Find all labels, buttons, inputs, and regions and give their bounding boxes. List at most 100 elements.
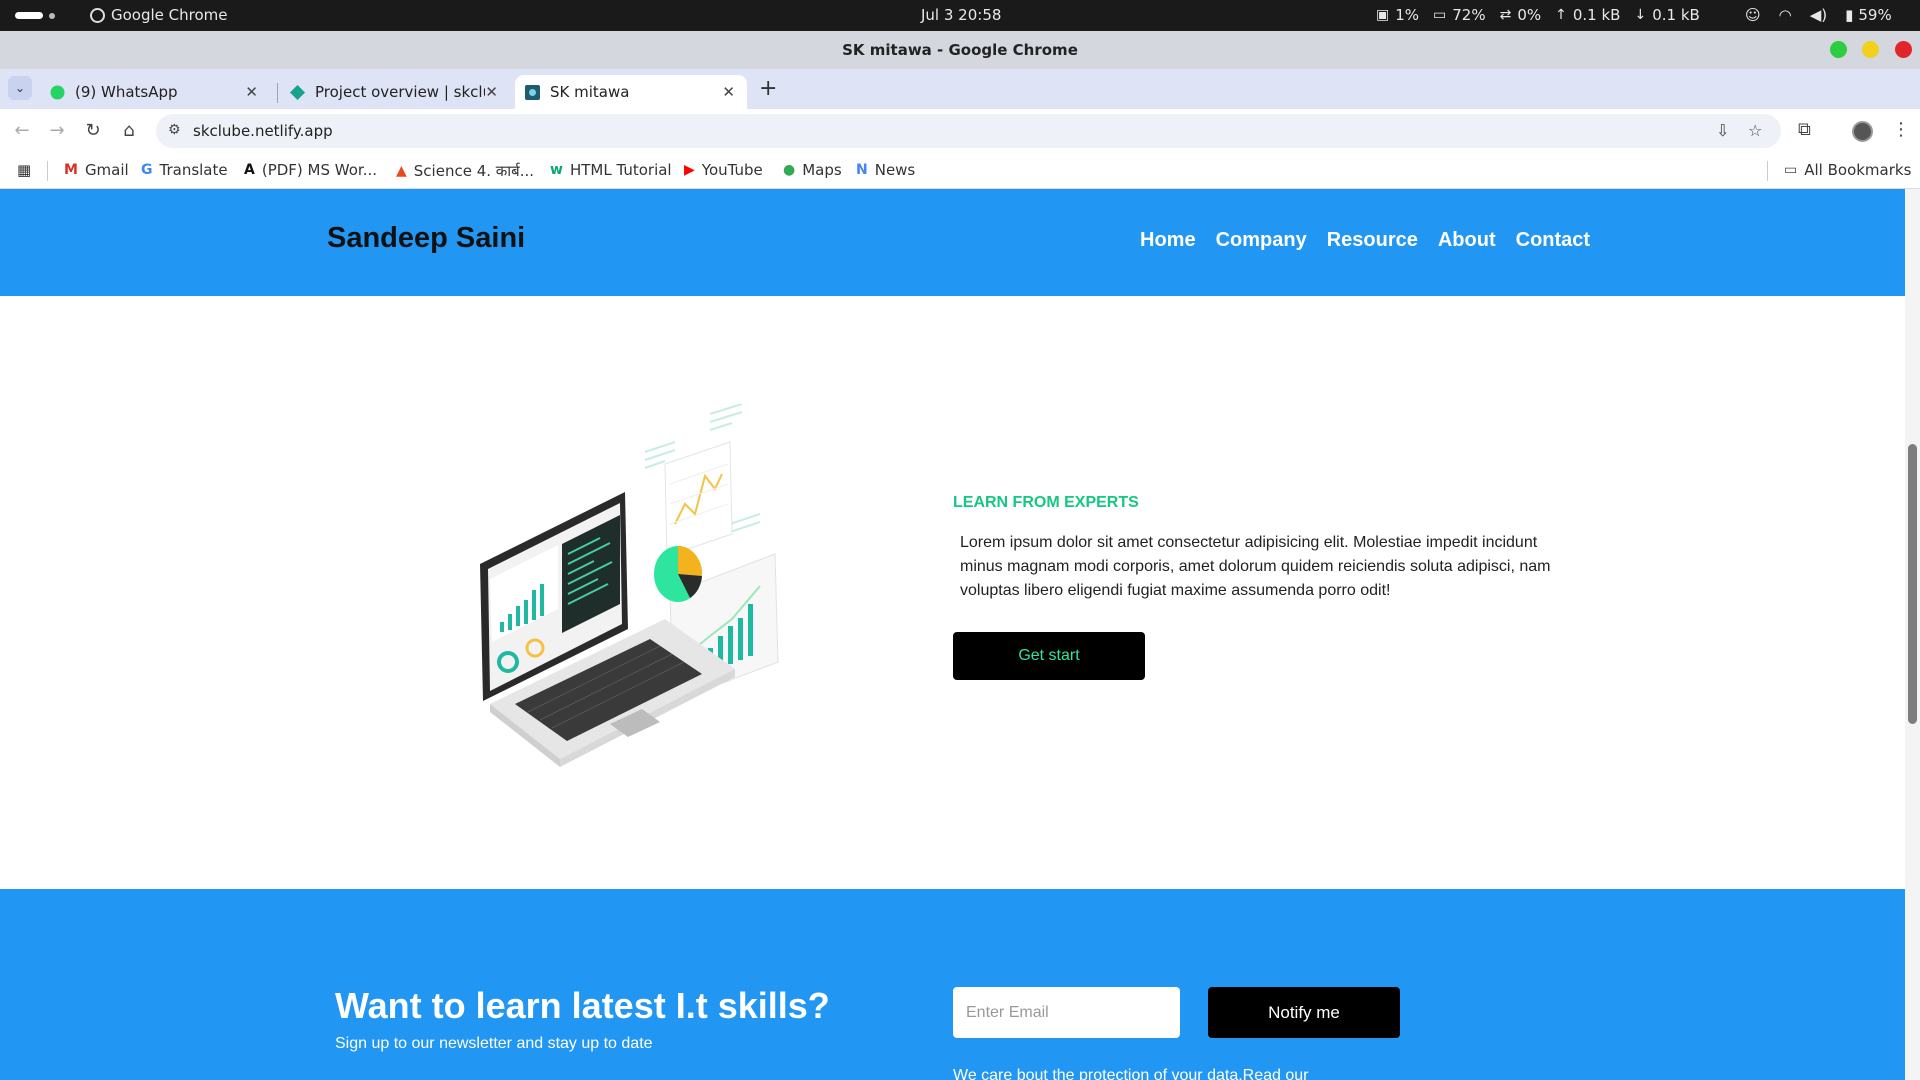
email-input[interactable] bbox=[953, 987, 1180, 1038]
stat-value: 0.1 kB bbox=[1572, 6, 1621, 24]
scrollbar-thumb[interactable] bbox=[1908, 444, 1917, 724]
accessibility-icon[interactable]: ☺ bbox=[1745, 6, 1761, 24]
bookmark-label: Maps bbox=[802, 161, 842, 179]
nav-link-contact[interactable]: Contact bbox=[1516, 229, 1590, 252]
upload-icon: ↑ bbox=[1555, 7, 1567, 23]
tab-label: (9) WhatsApp bbox=[75, 83, 178, 101]
apps-grid-icon[interactable]: ▦ bbox=[17, 161, 31, 179]
netlify-favicon-icon bbox=[290, 84, 305, 100]
cpu-icon: ▣ bbox=[1376, 7, 1390, 23]
tab-sk-mitawa[interactable]: SK mitawa ✕ bbox=[515, 75, 747, 109]
close-tab-icon[interactable]: ✕ bbox=[485, 83, 498, 101]
maps-pin-icon: ● bbox=[783, 162, 796, 178]
bookmark-news[interactable]: N News bbox=[856, 161, 915, 179]
stat-cpu: ▣ 1% bbox=[1376, 6, 1419, 24]
bookmark-star-icon[interactable]: ☆ bbox=[1748, 121, 1762, 140]
w3schools-icon: w bbox=[550, 162, 563, 178]
active-app[interactable]: Google Chrome bbox=[90, 6, 228, 24]
profile-avatar[interactable] bbox=[1852, 121, 1873, 142]
plus-icon: + bbox=[759, 76, 778, 101]
nav-link-resource[interactable]: Resource bbox=[1327, 229, 1418, 252]
news-icon: N bbox=[856, 162, 868, 178]
gmail-icon: M bbox=[64, 162, 78, 178]
bookmark-gmail[interactable]: M Gmail bbox=[64, 161, 129, 179]
bookmark-translate[interactable]: G Translate bbox=[141, 161, 228, 179]
system-tray[interactable]: ☺ ◠ ◀) ▮ 59% bbox=[1745, 6, 1892, 24]
bookmark-label: HTML Tutorial bbox=[569, 161, 672, 179]
bookmark-label: YouTube bbox=[701, 161, 763, 179]
bookmark-divider bbox=[1767, 161, 1768, 181]
install-app-icon[interactable]: ⇩ bbox=[1716, 121, 1729, 140]
swap-icon: ⇄ bbox=[1499, 7, 1512, 23]
whatsapp-favicon-icon bbox=[50, 85, 65, 100]
nav-link-company[interactable]: Company bbox=[1216, 229, 1307, 252]
nav-link-about[interactable]: About bbox=[1438, 229, 1496, 252]
nav-link-home[interactable]: Home bbox=[1140, 229, 1196, 252]
stat-value: 1% bbox=[1395, 6, 1420, 24]
close-tab-icon[interactable]: ✕ bbox=[722, 83, 735, 101]
bookmark-label: Translate bbox=[159, 161, 228, 179]
battery-percent: 59% bbox=[1858, 6, 1892, 24]
notify-me-button[interactable]: Notify me bbox=[1208, 987, 1400, 1038]
memory-icon: ▭ bbox=[1433, 7, 1447, 23]
get-start-button[interactable]: Get start bbox=[953, 632, 1145, 680]
hero-eyebrow: LEARN FROM EXPERTS bbox=[953, 494, 1139, 511]
os-top-bar: Google Chrome Jul 3 20:58 ▣ 1% ▭ 72% ⇄ 0… bbox=[0, 0, 1920, 31]
close-window-button[interactable] bbox=[1895, 41, 1912, 58]
active-app-name: Google Chrome bbox=[111, 6, 228, 24]
laptop-analytics-illustration bbox=[480, 404, 779, 767]
bookmark-divider bbox=[47, 161, 48, 181]
tab-label: SK mitawa bbox=[550, 83, 630, 101]
translate-icon: G bbox=[141, 162, 153, 178]
folder-icon: ▭ bbox=[1784, 162, 1798, 178]
tab-label: Project overview | skclube bbox=[315, 83, 485, 101]
window-titlebar[interactable]: SK mitawa - Google Chrome bbox=[0, 31, 1920, 69]
site-brand[interactable]: Sandeep Saini bbox=[327, 222, 525, 255]
close-tab-icon[interactable]: ✕ bbox=[245, 83, 258, 101]
stat-download: ↓ 0.1 kB bbox=[1634, 6, 1699, 24]
bookmark-science[interactable]: ▲ Science 4. कार्ब... bbox=[396, 161, 534, 181]
new-tab-button[interactable]: + bbox=[759, 76, 777, 101]
bookmark-label: (PDF) MS Wor... bbox=[261, 161, 377, 179]
battery-status[interactable]: ▮ 59% bbox=[1845, 6, 1892, 24]
bookmark-youtube[interactable]: ▶ YouTube bbox=[684, 161, 763, 179]
bookmark-label: Gmail bbox=[84, 161, 129, 179]
extensions-icon[interactable]: ⧉ bbox=[1798, 119, 1811, 140]
wifi-icon[interactable]: ◠ bbox=[1779, 6, 1792, 24]
site-favicon-icon bbox=[525, 84, 540, 100]
maximize-button[interactable] bbox=[1862, 41, 1879, 58]
activities-indicator-icon[interactable] bbox=[15, 12, 43, 19]
tab-search-button[interactable]: ⌄ bbox=[8, 76, 32, 100]
tab-strip: ⌄ (9) WhatsApp ✕ Project overview | skcl… bbox=[0, 69, 1920, 109]
volume-icon[interactable]: ◀) bbox=[1810, 6, 1827, 24]
minimize-button[interactable] bbox=[1830, 41, 1847, 58]
stat-value: 0.1 kB bbox=[1652, 6, 1700, 24]
chevron-down-icon: ⌄ bbox=[14, 81, 26, 95]
privacy-note: We care bout the protection of your data… bbox=[953, 1067, 1309, 1080]
site-nav: Home Company Resource About Contact bbox=[1140, 229, 1590, 252]
tab-whatsapp[interactable]: (9) WhatsApp ✕ bbox=[40, 75, 270, 109]
site-info-icon[interactable]: ⚙ bbox=[168, 122, 181, 138]
bookmark-pdf-ms-word[interactable]: A (PDF) MS Wor... bbox=[244, 161, 377, 179]
battery-icon: ▮ bbox=[1845, 6, 1854, 24]
stat-memory: ▭ 72% bbox=[1433, 6, 1486, 24]
page-scrollbar[interactable] bbox=[1905, 189, 1920, 1080]
bookmark-html-tutorial[interactable]: w HTML Tutorial bbox=[550, 161, 672, 179]
bookmark-maps[interactable]: ● Maps bbox=[783, 161, 842, 179]
tab-project-overview[interactable]: Project overview | skclube ✕ bbox=[280, 75, 510, 109]
home-icon[interactable]: ⌂ bbox=[118, 120, 140, 141]
url-text[interactable]: skclube.netlify.app bbox=[193, 122, 333, 140]
newsletter-section: Want to learn latest I.t skills? Sign up… bbox=[0, 889, 1905, 1080]
clock[interactable]: Jul 3 20:58 bbox=[921, 6, 1001, 24]
tab-divider bbox=[277, 83, 278, 103]
forward-icon[interactable]: → bbox=[46, 120, 68, 141]
all-bookmarks[interactable]: ▭ All Bookmarks bbox=[1784, 161, 1911, 179]
newsletter-subtitle: Sign up to our newsletter and stay up to… bbox=[335, 1035, 653, 1052]
back-icon[interactable]: ← bbox=[11, 120, 33, 141]
academia-icon: A bbox=[244, 162, 255, 178]
more-menu-icon[interactable]: ⋮ bbox=[1892, 119, 1910, 140]
stat-value: 0% bbox=[1517, 6, 1542, 24]
workspace-dot-icon bbox=[49, 13, 55, 19]
reload-icon[interactable]: ↻ bbox=[82, 120, 104, 141]
address-bar[interactable]: ⚙ skclube.netlify.app ⇩ ☆ bbox=[156, 114, 1781, 148]
